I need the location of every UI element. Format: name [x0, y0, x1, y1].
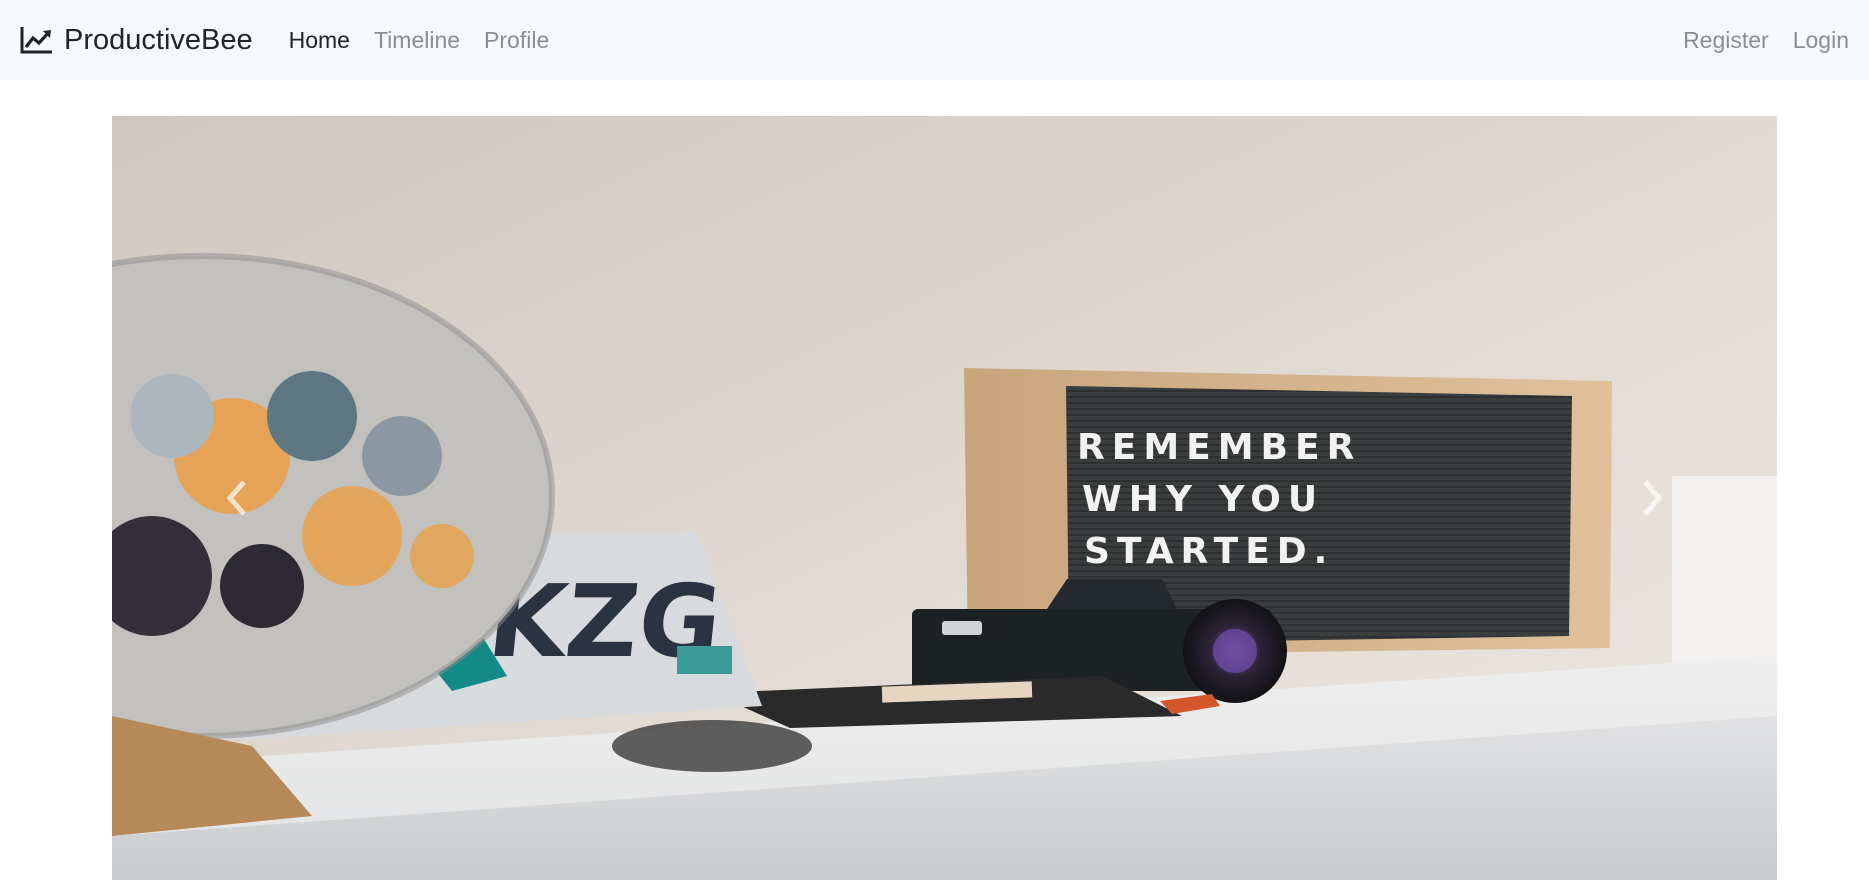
carousel-next-button[interactable]: [1527, 116, 1777, 880]
line-chart-icon: [20, 25, 54, 55]
nav-login[interactable]: Login: [1793, 27, 1849, 54]
nav-timeline[interactable]: Timeline: [374, 27, 460, 54]
chevron-right-icon: [1632, 478, 1672, 518]
letterboard-line-3: STARTED.: [1084, 531, 1334, 572]
nav-profile[interactable]: Profile: [484, 27, 549, 54]
navbar: ProductiveBee Home Timeline Profile Regi…: [0, 0, 1869, 80]
carousel-prev-button[interactable]: [112, 116, 362, 880]
brand-name: ProductiveBee: [64, 23, 253, 56]
main-nav: Home Timeline Profile: [289, 27, 550, 54]
brand-link[interactable]: ProductiveBee: [20, 24, 253, 57]
image-carousel: REMEMBER WHY YOU STARTED. KZG 039 8: [112, 116, 1777, 880]
chevron-left-icon: [217, 478, 257, 518]
nav-home[interactable]: Home: [289, 27, 350, 54]
auth-nav: Register Login: [1683, 27, 1849, 54]
letterboard-line-2: WHY YOU: [1082, 479, 1324, 520]
nav-register[interactable]: Register: [1683, 27, 1769, 54]
letterboard-line-1: REMEMBER: [1077, 427, 1361, 468]
